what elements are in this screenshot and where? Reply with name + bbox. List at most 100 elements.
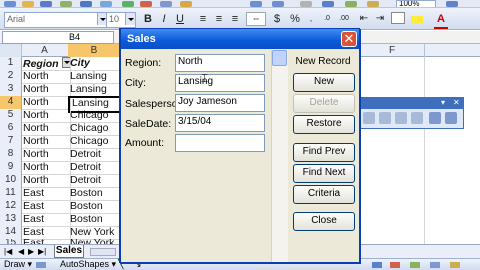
last-sheet-icon[interactable]: ▶| <box>38 247 46 256</box>
new-icon[interactable] <box>4 1 16 7</box>
toolbar-tool-icon[interactable] <box>395 112 407 124</box>
font-color-icon[interactable] <box>390 262 400 268</box>
toolbar-tool-icon[interactable] <box>379 112 391 124</box>
floating-toolbar[interactable]: ▾ ✕ <box>358 97 464 129</box>
scrollbar-thumb[interactable] <box>272 50 287 66</box>
prev-sheet-icon[interactable]: ◀ <box>18 247 24 256</box>
italic-button[interactable]: I <box>157 12 171 26</box>
table-cell[interactable]: North <box>21 122 71 136</box>
amount-field[interactable] <box>175 134 265 152</box>
borders-icon[interactable] <box>391 12 405 24</box>
paste-icon[interactable] <box>180 1 192 7</box>
city-field[interactable]: Lansing <box>175 74 265 92</box>
table-cell[interactable]: Boston <box>68 200 123 214</box>
row-header[interactable]: 13 <box>0 213 22 227</box>
toolbar-tool-icon[interactable] <box>429 112 441 124</box>
table-cell[interactable]: Detroit <box>68 161 123 175</box>
increase-indent-icon[interactable]: ⇥ <box>373 12 387 26</box>
row-header[interactable]: 1 <box>0 57 22 71</box>
saledate-field[interactable]: 3/15/04 <box>175 114 265 132</box>
table-cell[interactable]: Lansing <box>68 83 123 97</box>
column-header-a[interactable]: A <box>21 44 69 57</box>
first-sheet-icon[interactable]: |◀ <box>4 247 12 256</box>
percent-button[interactable]: % <box>288 12 302 26</box>
table-cell[interactable]: North <box>21 135 71 149</box>
table-cell[interactable]: North <box>21 109 71 123</box>
table-cell[interactable]: East <box>21 200 71 214</box>
find-next-button[interactable]: Find Next <box>293 164 355 183</box>
font-size-dropdown[interactable]: 10 <box>106 12 136 28</box>
salesperson-field[interactable]: Joy Jameson <box>175 94 265 112</box>
criteria-button[interactable]: Criteria <box>293 185 355 204</box>
row-header[interactable]: 12 <box>0 200 22 214</box>
font-color-icon[interactable]: A <box>434 12 448 26</box>
shadow-icon[interactable] <box>410 262 420 268</box>
table-cell[interactable]: North <box>21 96 71 110</box>
underline-button[interactable]: U <box>173 12 187 26</box>
next-sheet-icon[interactable]: ▶ <box>28 247 34 256</box>
drawing-icon[interactable] <box>367 1 379 7</box>
column-header-f[interactable]: F <box>360 44 425 57</box>
autoshapes-menu[interactable]: AutoShapes ▾ <box>60 259 116 270</box>
row-header[interactable]: 14 <box>0 226 22 240</box>
copy-icon[interactable] <box>160 1 172 7</box>
dialog-title[interactable]: Sales <box>121 29 359 49</box>
table-cell[interactable]: East <box>21 187 71 201</box>
currency-button[interactable]: $ <box>270 12 284 26</box>
save-icon[interactable] <box>40 1 52 7</box>
new-button[interactable]: New <box>293 73 355 92</box>
cut-icon[interactable] <box>140 1 152 7</box>
record-scrollbar[interactable] <box>271 50 288 262</box>
font-name-dropdown[interactable]: Arial <box>4 12 108 28</box>
delete-button[interactable]: Delete <box>293 94 355 113</box>
table-cell[interactable]: East <box>21 226 71 240</box>
table-cell[interactable]: Boston <box>68 213 123 227</box>
horizontal-scrollbar[interactable] <box>90 248 116 256</box>
line-color-icon[interactable] <box>372 262 382 268</box>
redo-icon[interactable] <box>272 1 284 7</box>
toolbar-tool-icon[interactable] <box>363 112 375 124</box>
table-cell[interactable]: Detroit <box>68 174 123 188</box>
close-button[interactable]: Close <box>293 212 355 231</box>
line-style-icon[interactable] <box>450 262 460 268</box>
floating-toolbar-titlebar[interactable] <box>359 98 463 109</box>
preview-icon[interactable] <box>100 1 112 7</box>
align-right-icon[interactable]: ≡ <box>228 12 242 26</box>
align-center-icon[interactable]: ≡ <box>212 12 226 26</box>
toolbar-tool-icon[interactable] <box>411 112 423 124</box>
table-cell[interactable]: Boston <box>68 187 123 201</box>
fill-color-icon[interactable] <box>411 16 423 24</box>
table-cell[interactable]: Chicago <box>68 109 123 123</box>
table-cell[interactable]: North <box>21 161 71 175</box>
select-objects-icon[interactable] <box>36 262 46 268</box>
row-header[interactable]: 8 <box>0 148 22 162</box>
print-icon[interactable] <box>80 1 92 7</box>
sheet-tab-sales[interactable]: Sales <box>54 245 84 258</box>
3d-icon[interactable] <box>430 262 440 268</box>
row-header[interactable]: 2 <box>0 70 22 84</box>
open-icon[interactable] <box>22 1 34 7</box>
row-header[interactable]: 10 <box>0 174 22 188</box>
region-field[interactable]: North <box>175 54 265 72</box>
table-cell[interactable]: East <box>21 213 71 227</box>
table-cell[interactable]: Detroit <box>68 148 123 162</box>
select-all-corner[interactable] <box>0 44 22 57</box>
row-header[interactable]: 4 <box>0 96 22 110</box>
row-header[interactable]: 6 <box>0 122 22 136</box>
toolbar-tool-icon[interactable] <box>445 112 457 124</box>
restore-button[interactable]: Restore <box>293 115 355 134</box>
row-header[interactable]: 5 <box>0 109 22 123</box>
close-icon[interactable]: ✕ <box>341 31 357 47</box>
comma-style-icon[interactable]: , <box>304 12 318 26</box>
table-cell[interactable]: New York <box>68 226 123 240</box>
increase-decimal-icon[interactable]: .0 <box>320 12 334 26</box>
table-cell[interactable]: Chicago <box>68 135 123 149</box>
bold-button[interactable]: B <box>141 12 155 26</box>
hyperlink-icon[interactable] <box>300 1 312 7</box>
name-box[interactable]: B4 <box>2 31 114 44</box>
table-cell[interactable]: Lansing <box>68 70 123 84</box>
column-header-b[interactable]: B <box>68 44 121 57</box>
merge-center-icon[interactable]: ⇔ <box>246 12 266 26</box>
row-header[interactable]: 9 <box>0 161 22 175</box>
close-icon[interactable]: ✕ <box>453 98 460 108</box>
